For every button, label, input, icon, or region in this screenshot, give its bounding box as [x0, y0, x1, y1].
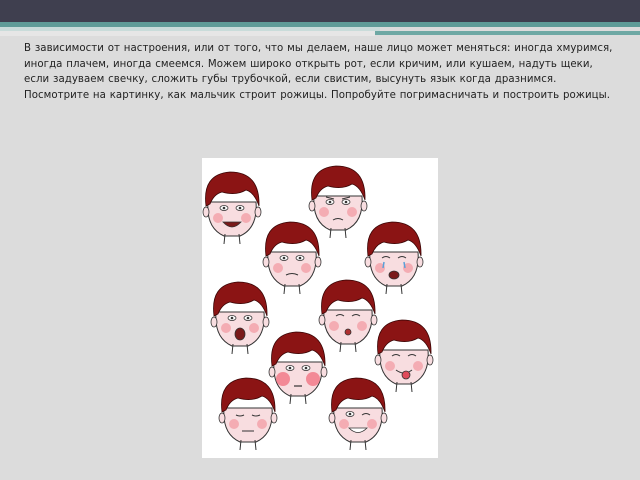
top-header-bar — [0, 0, 640, 22]
face-smiling — [202, 171, 262, 245]
face-surprised — [262, 221, 322, 295]
face-shouting — [210, 281, 270, 355]
faces-illustration — [202, 158, 438, 458]
face-eyes-closed — [218, 377, 278, 451]
face-puffed-cheeks — [268, 331, 328, 405]
slide-paragraph: В зависимости от настроения, или от того… — [24, 43, 613, 101]
faces-drawing — [202, 165, 434, 451]
teal-accent-stripe-right — [375, 31, 640, 35]
face-teasing — [374, 319, 434, 393]
face-whistling — [318, 279, 378, 353]
face-crying — [364, 221, 424, 295]
light-accent-stripe-lower — [0, 31, 375, 36]
face-frowning — [308, 165, 368, 239]
face-winking — [328, 377, 388, 451]
